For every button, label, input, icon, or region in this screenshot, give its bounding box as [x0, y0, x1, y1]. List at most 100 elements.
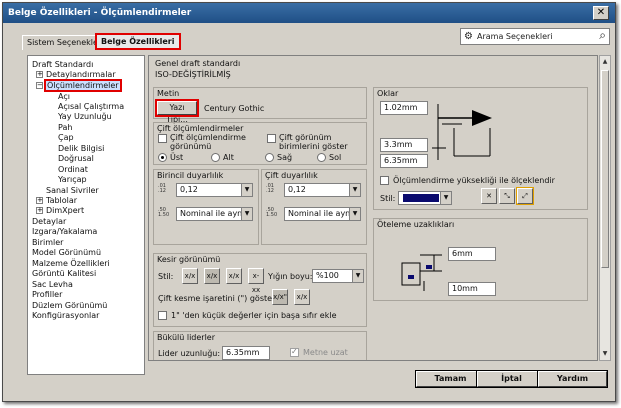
dialog-window: Belge Özellikleri - Ölçümlendirmeler ✕ S…: [2, 2, 616, 402]
close-button[interactable]: ✕: [593, 6, 609, 20]
offset-distances-group: Öteleme uzaklıkları 6mm 10mm: [373, 218, 588, 301]
tree-item-units[interactable]: Birimler: [32, 238, 63, 247]
stack-size-label: Yığın boyu:: [268, 272, 313, 281]
ok-button[interactable]: Tamam: [415, 370, 486, 388]
stack-size-select[interactable]: %100 ▼: [312, 269, 364, 283]
font-button[interactable]: Yazı Tipi...: [155, 99, 199, 124]
offset-field-1[interactable]: 6mm: [448, 247, 496, 261]
radio-right-label: Sağ: [277, 153, 293, 162]
cancel-button[interactable]: İptal: [476, 370, 547, 388]
vertical-scrollbar[interactable]: ▲ ▼: [599, 55, 611, 361]
tree-item-angle[interactable]: Açı: [58, 92, 70, 101]
collapse-icon[interactable]: −: [36, 82, 43, 89]
tree-item-linear[interactable]: Doğrusal: [58, 154, 94, 163]
radio-top-label: Üst: [170, 153, 184, 162]
search-placeholder: Arama Seçenekleri: [477, 32, 553, 41]
options-tree: Draft Standardı + Detaylandırmalar − Ölç…: [27, 55, 145, 375]
fraction-style-button-2[interactable]: x/x: [204, 268, 220, 284]
dual-tolerance-select[interactable]: Nominal ile aynı ▼: [284, 207, 361, 221]
tolerance-icon: .50 1.50: [266, 207, 278, 218]
tree-item-diameter[interactable]: Çap: [58, 133, 74, 142]
arrow-style-label: Stil:: [380, 194, 396, 203]
tree-item-chamfer[interactable]: Pah: [58, 123, 72, 132]
tree-item-angular-running[interactable]: Açısal Çalıştırma: [58, 102, 124, 111]
gear-icon: ⚙: [464, 31, 473, 42]
bent-leaders-group: Bükülü liderler Lider uzunluğu: 6.35mm M…: [153, 331, 367, 360]
expand-icon[interactable]: +: [36, 207, 43, 214]
tree-item-tables[interactable]: Tablolar: [46, 196, 77, 205]
chevron-down-icon: ▼: [349, 184, 360, 196]
scale-with-height-checkbox[interactable]: [380, 176, 389, 185]
expand-icon[interactable]: +: [36, 197, 43, 204]
dual-dimensions-group: Çift ölçümlendirmeler Çift ölçümlendirme…: [153, 122, 367, 165]
tree-item-profiles[interactable]: Profiller: [32, 290, 62, 299]
tree-item-model-display[interactable]: Model Görünümü: [32, 248, 101, 257]
tree-item-dimensions[interactable]: Ölçümlendirmeler: [44, 79, 122, 92]
leading-zero-label: 1" 'den küçük değerler için başa sıfır e…: [171, 311, 337, 320]
radio-left-label: Sol: [329, 153, 342, 162]
chevron-down-icon: ▼: [440, 192, 451, 204]
primary-precision-label: Birincil duyarlılık: [157, 171, 224, 180]
dual-units-label: Çift görünüm birimlerini göster: [279, 133, 348, 151]
tree-item-hole-callout[interactable]: Delik Bilgisi: [58, 144, 104, 153]
arrows-group: Oklar 1.02mm 3.3mm 6.35mm Ölçümlendirme …: [373, 87, 588, 210]
radio-top[interactable]: [158, 153, 167, 162]
tree-item-material-properties[interactable]: Malzeme Özellikleri: [32, 259, 110, 268]
tree-item-detailing[interactable]: Detaylar: [32, 217, 66, 226]
fraction-style-button-3[interactable]: x/x: [226, 268, 242, 284]
arrow-style-swatch: [403, 194, 439, 202]
arrow-outside-icon[interactable]: ✕: [481, 188, 497, 204]
arrow-size-field-2[interactable]: 3.3mm: [380, 138, 428, 152]
tree-item-radius[interactable]: Yarıçap: [58, 175, 87, 184]
dual-precision-label: Çift duyarlılık: [265, 171, 318, 180]
extend-to-text-checkbox[interactable]: [290, 347, 299, 357]
search-input[interactable]: ⚙ Arama Seçenekleri ⌕: [460, 28, 610, 45]
dual-precision-select[interactable]: 0,12 ▼: [284, 183, 361, 197]
primary-tolerance-select[interactable]: Nominal ile aynı ▼: [176, 207, 253, 221]
tree-item-virtual-sharps[interactable]: Sanal Sivriler: [46, 186, 99, 195]
dual-units-checkbox[interactable]: [267, 134, 276, 143]
scroll-thumb[interactable]: [601, 70, 609, 268]
arrow-size-field-3[interactable]: 6.35mm: [380, 154, 428, 168]
arrow-smart-icon[interactable]: ⤢: [516, 187, 534, 205]
arrow-inside-icon[interactable]: ⤡: [499, 188, 515, 204]
arrow-style-select[interactable]: ▼: [398, 191, 452, 205]
double-prime-button-2[interactable]: x/x: [294, 289, 310, 305]
scale-with-height-label: Ölçümlendirme yüksekliği ile ölçeklendir: [393, 176, 555, 185]
tree-item-configurations[interactable]: Konfigürasyonlar: [32, 311, 99, 320]
dual-display-label: Çift ölçümlendirme görünümü: [170, 133, 246, 151]
dual-dimensions-label: Çift ölçümlendirmeler: [157, 124, 244, 133]
tree-item-plane-display[interactable]: Düzlem Görünümü: [32, 301, 107, 310]
expand-icon[interactable]: +: [36, 71, 43, 78]
tree-item-annotations[interactable]: Detaylandırmalar: [46, 70, 116, 79]
radio-bottom[interactable]: [211, 153, 220, 162]
tab-document-properties[interactable]: Belge Özellikleri: [95, 33, 181, 50]
tree-item-grid-snap[interactable]: Izgara/Yakalama: [32, 227, 97, 236]
offset-field-2[interactable]: 10mm: [448, 282, 496, 296]
arrows-label: Oklar: [377, 89, 399, 98]
primary-precision-select[interactable]: 0,12 ▼: [176, 183, 253, 197]
arrow-size-field-1[interactable]: 1.02mm: [380, 101, 428, 115]
fraction-style-button-1[interactable]: x/x: [182, 268, 198, 284]
font-name: Century Gothic: [204, 104, 265, 113]
fraction-style-button-4[interactable]: x-xx: [248, 268, 264, 294]
leader-length-label: Lider uzunluğu:: [158, 349, 221, 358]
leader-length-field[interactable]: 6.35mm: [222, 346, 270, 360]
tree-item-dimxpert[interactable]: DimXpert: [46, 206, 84, 215]
stack-size-value: %100: [316, 271, 339, 280]
tree-item-arc-length[interactable]: Yay Uzunluğu: [58, 112, 112, 121]
dual-display-checkbox[interactable]: [158, 134, 167, 143]
tree-item-draft-standard[interactable]: Draft Standardı: [32, 60, 93, 69]
scroll-down-icon[interactable]: ▼: [600, 348, 610, 360]
tree-item-ordinate[interactable]: Ordinat: [58, 165, 88, 174]
offset-preview-image: [401, 254, 442, 291]
tree-item-image-quality[interactable]: Görüntü Kalitesi: [32, 269, 96, 278]
radio-right[interactable]: [265, 153, 274, 162]
search-icon[interactable]: ⌕: [599, 28, 606, 43]
tree-item-sheet-metal[interactable]: Sac Levha: [32, 280, 73, 289]
help-button[interactable]: Yardım: [537, 370, 608, 388]
leading-zero-checkbox[interactable]: [158, 311, 167, 320]
scroll-up-icon[interactable]: ▲: [600, 56, 610, 68]
radio-left[interactable]: [317, 153, 326, 162]
double-prime-button-1[interactable]: x/x": [272, 289, 288, 305]
